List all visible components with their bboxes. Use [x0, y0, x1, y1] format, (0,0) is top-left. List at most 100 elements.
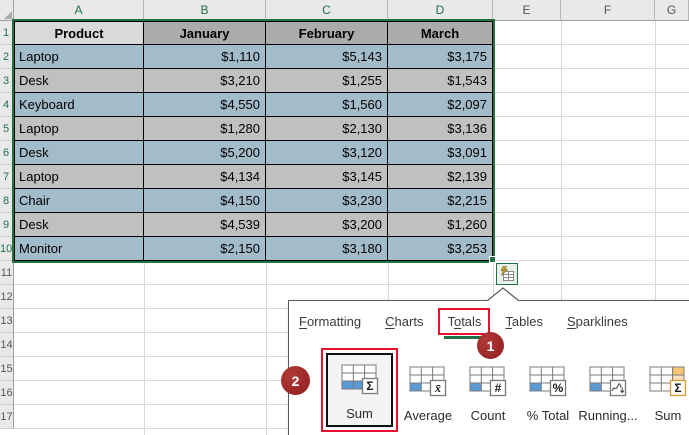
table-row: Laptop $1,280 $2,130 $3,136 [14, 117, 493, 141]
row-header-13[interactable]: 13 [0, 309, 14, 333]
value-cell[interactable]: $5,200 [144, 141, 266, 165]
value-cell[interactable]: $3,091 [388, 141, 493, 165]
row-header-11[interactable]: 11 [0, 261, 14, 285]
table-row: Laptop $1,110 $5,143 $3,175 [14, 45, 493, 69]
value-cell[interactable]: $3,136 [388, 117, 493, 141]
qa-option-label: Running... [578, 408, 638, 423]
qa-option-label: % Total [526, 408, 570, 423]
tab-formatting[interactable]: Formatting [299, 314, 361, 329]
fill-handle[interactable] [489, 256, 496, 263]
product-cell[interactable]: Chair [14, 189, 144, 213]
header-cell-february[interactable]: February [266, 21, 388, 45]
table-row: Desk $4,539 $3,200 $1,260 [14, 213, 493, 237]
product-cell[interactable]: Laptop [14, 117, 144, 141]
row-header-17[interactable]: 17 [0, 405, 14, 429]
row-header-14[interactable]: 14 [0, 333, 14, 357]
value-cell[interactable]: $3,145 [266, 165, 388, 189]
value-cell[interactable]: $2,097 [388, 93, 493, 117]
table-row: Monitor $2,150 $3,180 $3,253 [14, 237, 493, 261]
qa-tabs: Formatting Charts Totals Tables Sparklines [299, 308, 628, 339]
value-cell[interactable]: $1,260 [388, 213, 493, 237]
qa-option-label: Count [470, 408, 506, 423]
qa-option-total[interactable]: % % Total [518, 348, 578, 423]
row-header-7[interactable]: 7 [0, 165, 14, 189]
value-cell[interactable]: $3,175 [388, 45, 493, 69]
value-cell[interactable]: $1,543 [388, 69, 493, 93]
row-header-3[interactable]: 3 [0, 69, 14, 93]
row-header-10[interactable]: 10 [0, 237, 14, 261]
header-cell-product[interactable]: Product [14, 21, 144, 45]
qa-option-average[interactable]: x̄ Average [398, 348, 458, 423]
table-row: Desk $5,200 $3,120 $3,091 [14, 141, 493, 165]
product-cell[interactable]: Monitor [14, 237, 144, 261]
value-cell[interactable]: $4,150 [144, 189, 266, 213]
column-header-b[interactable]: B [144, 0, 266, 21]
svg-text:%: % [553, 381, 564, 395]
value-cell[interactable]: $2,215 [388, 189, 493, 213]
tab-tables[interactable]: Tables [505, 314, 543, 329]
percent-total-icon: % [529, 366, 567, 397]
product-cell[interactable]: Keyboard [14, 93, 144, 117]
column-header-f[interactable]: F [561, 0, 655, 21]
product-cell[interactable]: Desk [14, 141, 144, 165]
value-cell[interactable]: $5,143 [266, 45, 388, 69]
row-header-4[interactable]: 4 [0, 93, 14, 117]
column-header-c[interactable]: C [266, 0, 388, 21]
column-header-a[interactable]: A [14, 0, 144, 21]
product-cell[interactable]: Laptop [14, 165, 144, 189]
value-cell[interactable]: $3,230 [266, 189, 388, 213]
excel-quick-analysis-screenshot: ABCDEFG 1 2 3 4 5 6 7 8 9 10 11 12 13 14 15 16 17 Produc… [0, 0, 689, 435]
select-all-corner[interactable] [0, 0, 14, 21]
row-header-5[interactable]: 5 [0, 117, 14, 141]
value-cell[interactable]: $2,150 [144, 237, 266, 261]
row-header-1[interactable]: 1 [0, 21, 14, 45]
value-cell[interactable]: $1,255 [266, 69, 388, 93]
value-cell[interactable]: $4,134 [144, 165, 266, 189]
row-header-15[interactable]: 15 [0, 357, 14, 381]
qa-option-selected-frame[interactable]: Σ Sum [326, 353, 393, 427]
value-cell[interactable]: $2,130 [266, 117, 388, 141]
quick-analysis-button[interactable] [496, 263, 518, 285]
value-cell[interactable]: $3,210 [144, 69, 266, 93]
value-cell[interactable]: $1,280 [144, 117, 266, 141]
value-cell[interactable]: $3,253 [388, 237, 493, 261]
value-cell[interactable]: $1,560 [266, 93, 388, 117]
row-header-8[interactable]: 8 [0, 189, 14, 213]
row-header-12[interactable]: 12 [0, 285, 14, 309]
value-cell[interactable]: $3,200 [266, 213, 388, 237]
column-header-d[interactable]: D [388, 0, 493, 21]
row-header-6[interactable]: 6 [0, 141, 14, 165]
tab-sparklines[interactable]: Sparklines [567, 314, 628, 329]
product-cell[interactable]: Desk [14, 213, 144, 237]
product-cell[interactable]: Desk [14, 69, 144, 93]
table-row: Laptop $4,134 $3,145 $2,139 [14, 165, 493, 189]
svg-text:Σ: Σ [674, 381, 681, 395]
column-header-e[interactable]: E [493, 0, 561, 21]
value-cell[interactable]: $3,180 [266, 237, 388, 261]
table-row: Desk $3,210 $1,255 $1,543 [14, 69, 493, 93]
table-row: Chair $4,150 $3,230 $2,215 [14, 189, 493, 213]
value-cell[interactable]: $4,550 [144, 93, 266, 117]
quick-analysis-icon [500, 266, 514, 281]
running-total-icon [589, 366, 627, 397]
value-cell[interactable]: $4,539 [144, 213, 266, 237]
qa-option-count[interactable]: # Count [458, 348, 518, 423]
tab-charts[interactable]: Charts [385, 314, 423, 329]
value-cell[interactable]: $2,139 [388, 165, 493, 189]
column-header-g[interactable]: G [655, 0, 689, 21]
row-header-9[interactable]: 9 [0, 213, 14, 237]
row-header-2[interactable]: 2 [0, 45, 14, 69]
svg-text:#: # [495, 381, 502, 395]
product-cell[interactable]: Laptop [14, 45, 144, 69]
header-cell-march[interactable]: March [388, 21, 493, 45]
qa-option-running[interactable]: Running... [578, 348, 638, 423]
row-header-16[interactable]: 16 [0, 381, 14, 405]
sum-rows-icon: Σ [341, 364, 378, 395]
annotation-badge-1: 1 [477, 332, 504, 359]
qa-option-sum[interactable]: Σ Sum [328, 355, 391, 421]
value-cell[interactable]: $3,120 [266, 141, 388, 165]
value-cell[interactable]: $1,110 [144, 45, 266, 69]
header-cell-january[interactable]: January [144, 21, 266, 45]
tab-totals[interactable]: Totals [438, 308, 491, 339]
qa-option-sum[interactable]: Σ Sum [638, 348, 689, 423]
